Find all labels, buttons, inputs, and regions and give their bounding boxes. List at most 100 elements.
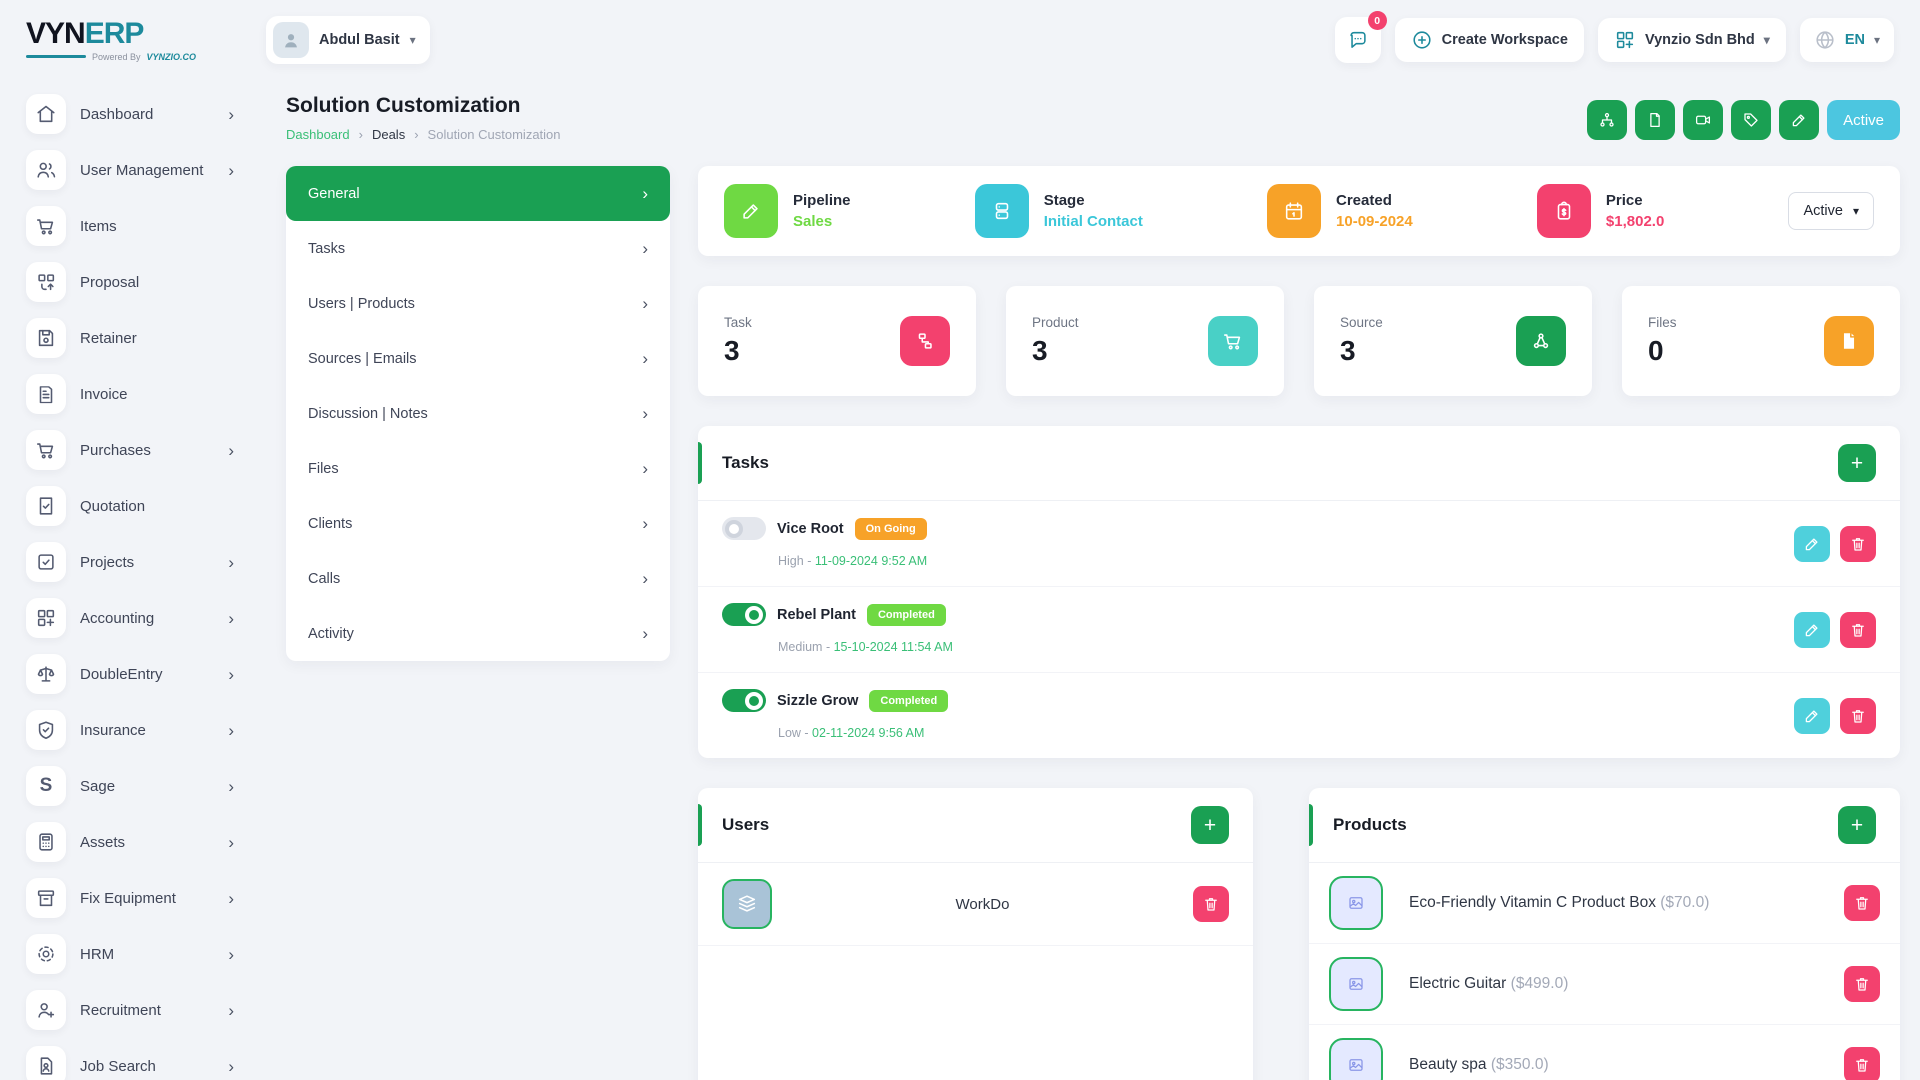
user-menu[interactable]: Abdul Basit ▾ [266,16,430,64]
sidebar-item-projects[interactable]: Projects › [26,542,234,582]
delete-task-button[interactable] [1840,697,1876,734]
deal-menu-item-discussion-notes[interactable]: Discussion | Notes › [286,386,670,441]
shield-check-icon [26,710,66,750]
sidebar-item-label: Fix Equipment [80,889,176,907]
video-button[interactable] [1683,100,1724,140]
remove-product-button[interactable] [1844,966,1880,1002]
summary-value: Initial Contact [1043,213,1143,230]
task-complete-toggle[interactable] [722,603,766,626]
edit-task-button[interactable] [1794,697,1830,734]
sidebar-item-job-search[interactable]: Job Search › [26,1046,234,1080]
chevron-right-icon: › [228,664,234,684]
sidebar-item-fix-equipment[interactable]: Fix Equipment › [26,878,234,918]
sidebar-item-retainer[interactable]: Retainer [26,318,234,358]
language-selector[interactable]: EN ▾ [1799,18,1894,62]
tasks-panel: Tasks + Vice Root On Going High - 11-09-… [698,426,1900,758]
task-status-badge: Completed [866,603,946,626]
products-panel: Products + Eco-Friendly Vitamin C Produc… [1309,788,1900,1080]
deal-menu-item-calls[interactable]: Calls › [286,551,670,606]
remove-product-button[interactable] [1844,1047,1880,1080]
breadcrumb-separator: › [414,127,419,142]
chevron-right-icon: › [642,294,648,313]
summary-created: Created 10-09-2024 [1267,184,1413,238]
task-complete-toggle[interactable] [722,517,766,540]
image-placeholder-icon [1329,1038,1383,1080]
add-user-button[interactable]: + [1191,806,1229,844]
sidebar-item-recruitment[interactable]: Recruitment › [26,990,234,1030]
deal-menu-item-users-products[interactable]: Users | Products › [286,276,670,331]
sidebar-item-hrm[interactable]: HRM › [26,934,234,974]
deal-menu-item-tasks[interactable]: Tasks › [286,221,670,276]
sidebar-item-doubleentry[interactable]: DoubleEntry › [26,654,234,694]
deal-menu-item-general[interactable]: General › [286,166,670,221]
edit-button[interactable] [1779,100,1820,140]
sidebar-item-assets[interactable]: Assets › [26,822,234,862]
user-plus-icon [26,990,66,1030]
product-name: Beauty spa [1409,1056,1487,1073]
summary-value: $1,802.0 [1605,213,1665,230]
tag-button[interactable] [1731,100,1772,140]
chevron-right-icon: › [228,552,234,572]
deal-menu-item-files[interactable]: Files › [286,441,670,496]
stat-label: Task [724,315,752,330]
sidebar-item-sage[interactable]: S Sage › [26,766,234,806]
add-product-button[interactable]: + [1838,806,1876,844]
grid-plus-icon [1614,29,1636,51]
share-network-icon [1516,316,1566,366]
breadcrumb-deals-link[interactable]: Deals [372,127,405,142]
language-code: EN [1844,32,1865,48]
company-layers-icon [722,879,772,929]
sidebar-item-dashboard[interactable]: Dashboard › [26,94,234,134]
delete-task-button[interactable] [1840,525,1876,562]
sidebar-item-label: Accounting [80,609,155,627]
summary-pipeline: Pipeline Sales [724,184,851,238]
add-task-button[interactable]: + [1838,444,1876,482]
status-active-button[interactable]: Active [1827,100,1900,140]
deal-status-value: Active [1803,203,1843,219]
sidebar-item-accounting[interactable]: Accounting › [26,598,234,638]
remove-user-button[interactable] [1193,886,1229,922]
file-button[interactable] [1635,100,1676,140]
breadcrumb-dashboard-link[interactable]: Dashboard [286,127,350,142]
task-datetime: 11-09-2024 9:52 AM [814,554,928,568]
sidebar-item-proposal[interactable]: Proposal [26,262,234,302]
letter-s-icon: S [26,766,66,806]
trash-icon [1856,1059,1868,1072]
deal-menu-item-sources-emails[interactable]: Sources | Emails › [286,331,670,386]
sidebar-item-purchases[interactable]: Purchases › [26,430,234,470]
remove-product-button[interactable] [1844,885,1880,921]
edit-task-button[interactable] [1794,611,1830,648]
archive-icon [26,878,66,918]
create-workspace-button[interactable]: Create Workspace [1394,18,1584,62]
pencil-icon [724,184,778,238]
pencil-icon [1805,709,1818,722]
pencil-icon [1792,114,1805,127]
sidebar-item-user-management[interactable]: User Management › [26,150,234,190]
sidebar-item-quotation[interactable]: Quotation [26,486,234,526]
menu-item-label: General [308,185,360,202]
task-meta: Medium - 15-10-2024 11:54 AM [778,640,953,654]
sidebar-item-label: Job Search [80,1057,156,1075]
deal-menu-item-clients[interactable]: Clients › [286,496,670,551]
logo-text-secondary: ERP [84,16,145,50]
delete-task-button[interactable] [1840,611,1876,648]
sidebar-item-insurance[interactable]: Insurance › [26,710,234,750]
workspace-selector[interactable]: Vynzio Sdn Bhd ▾ [1597,18,1786,62]
sitemap-button[interactable] [1587,100,1628,140]
sidebar-item-label: Sage [80,777,116,795]
sidebar-item-items[interactable]: Items [26,206,234,246]
messages-button[interactable]: 0 [1334,11,1387,63]
deal-menu-item-activity[interactable]: Activity › [286,606,670,661]
chevron-right-icon: › [228,440,234,460]
trash-icon [1205,898,1217,911]
deal-status-select[interactable]: Active ▾ [1788,192,1874,230]
edit-task-button[interactable] [1794,525,1830,562]
trash-icon [1852,537,1864,551]
sidebar-item-invoice[interactable]: Invoice [26,374,234,414]
task-row: Vice Root On Going High - 11-09-2024 9:5… [698,501,1900,587]
users-panel-title: Users [722,815,770,834]
chevron-down-icon: ▾ [1763,33,1770,47]
task-complete-toggle[interactable] [722,689,766,712]
grid-plus-icon [26,598,66,638]
stat-card-files: Files 0 [1622,286,1900,396]
